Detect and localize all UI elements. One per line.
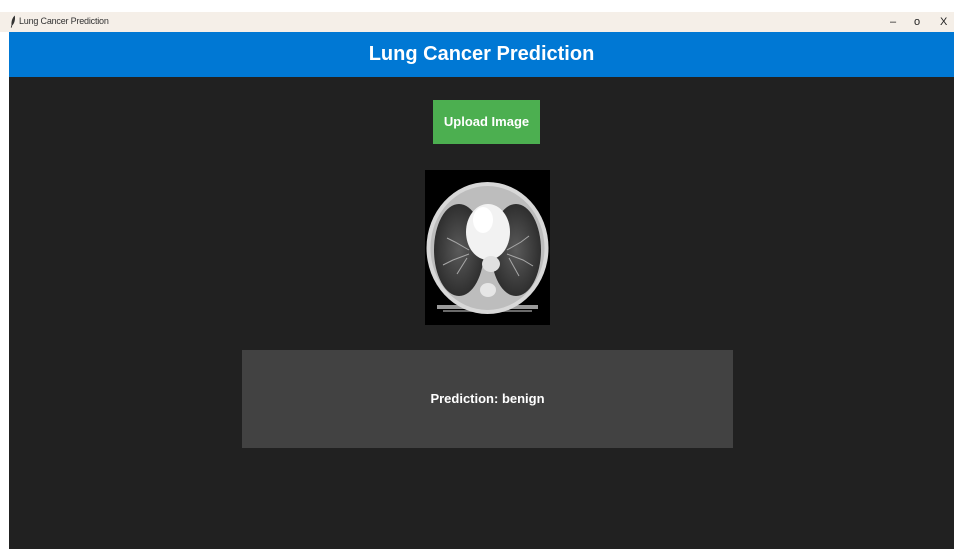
prediction-panel: Prediction: benign	[242, 350, 733, 448]
app-window: Lung Cancer Prediction – o X Lung Cancer…	[0, 0, 954, 549]
ct-scan-image	[425, 170, 550, 325]
maximize-button[interactable]: o	[914, 14, 920, 30]
app-header: Lung Cancer Prediction	[9, 32, 954, 77]
page-title: Lung Cancer Prediction	[368, 43, 595, 65]
close-button[interactable]: X	[940, 14, 947, 30]
feather-icon	[10, 15, 16, 28]
main-content: Upload Image Prediction: benign	[9, 77, 954, 549]
prediction-result: Prediction: benign	[430, 391, 545, 406]
window-title: Lung Cancer Prediction	[19, 16, 109, 26]
title-bar: Lung Cancer Prediction – o X	[0, 12, 954, 32]
upload-image-button[interactable]: Upload Image	[433, 100, 540, 144]
minimize-button[interactable]: –	[890, 14, 896, 30]
